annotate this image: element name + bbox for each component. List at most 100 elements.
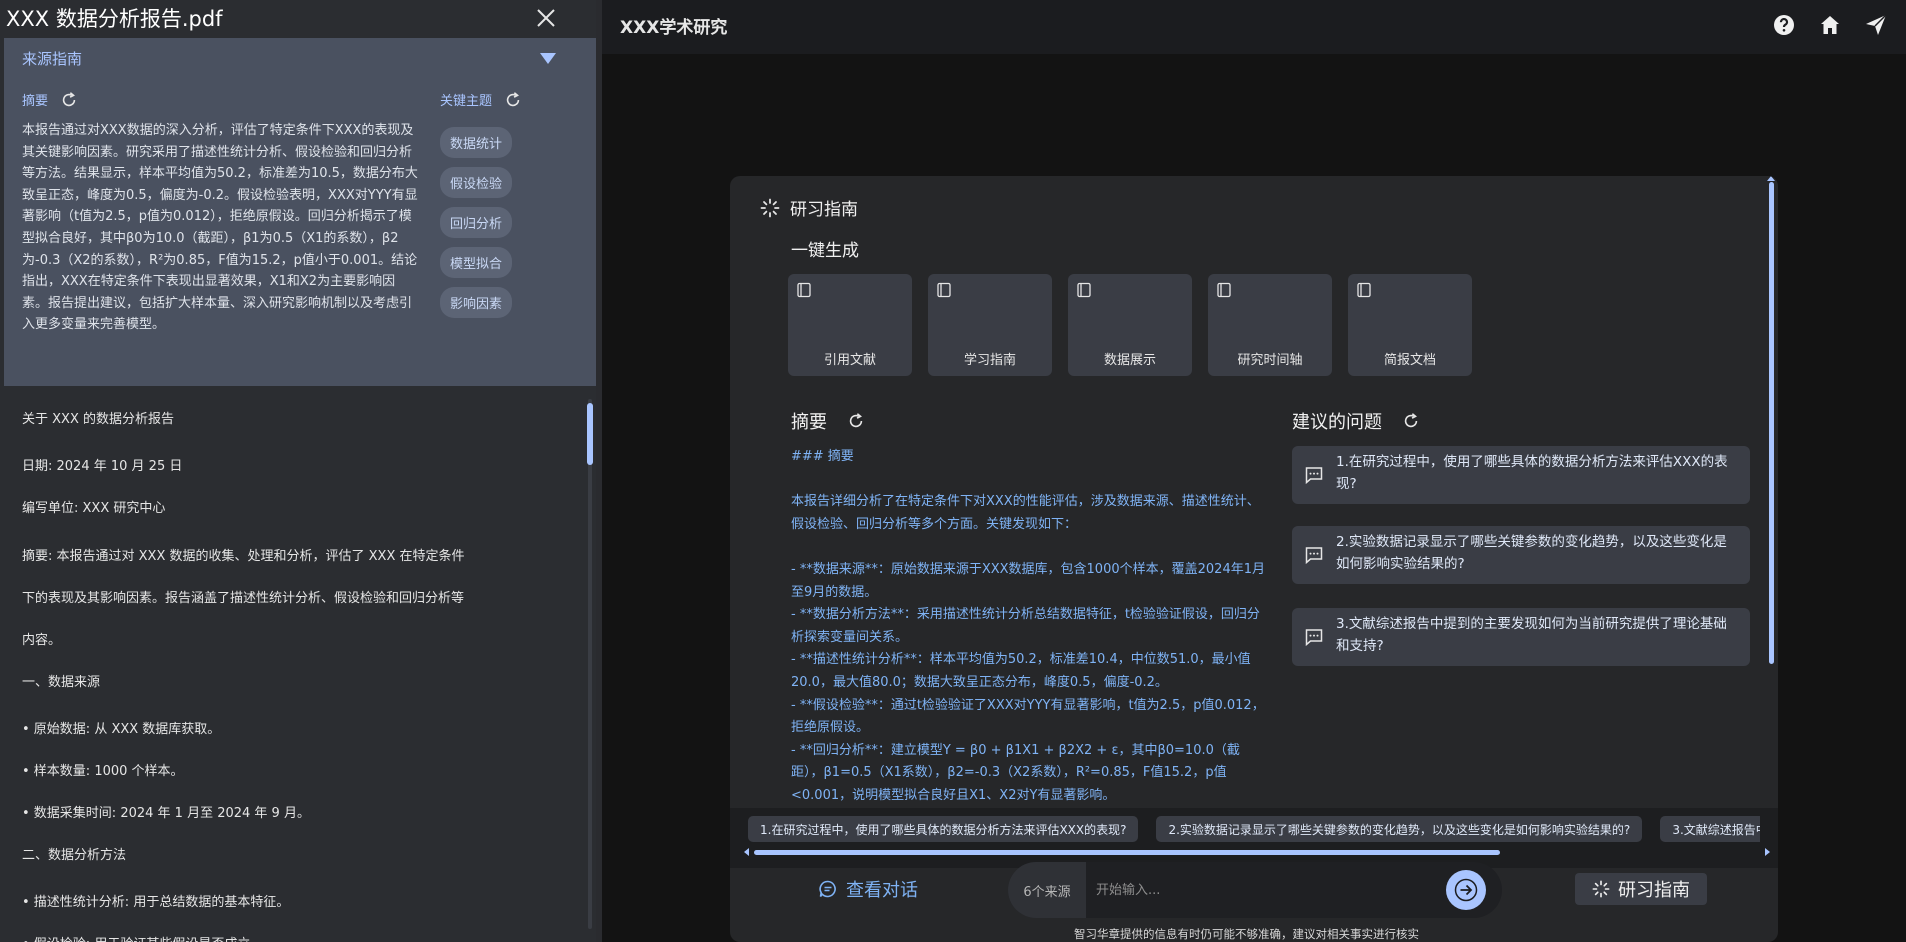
source-titlebar: XXX 数据分析报告.pdf xyxy=(0,0,596,36)
chat-icon xyxy=(819,880,836,898)
suggestion-chip[interactable]: 2.实验数据记录显示了哪些关键参数的变化趋势，以及这些变化是如何影响实验结果的? xyxy=(1156,816,1643,842)
card-scrollbar[interactable] xyxy=(1769,182,1774,664)
suggestion-chip[interactable]: 1.在研究过程中，使用了哪些具体的数据分析方法来评估XXX的表现? xyxy=(748,816,1139,842)
view-chat-button[interactable]: 查看对话 xyxy=(818,876,918,902)
panel-resize-handle[interactable] xyxy=(596,0,602,942)
document-icon xyxy=(797,282,811,298)
one-click-generate-label: 一键生成 xyxy=(791,241,859,261)
topic-list: 数据统计 假设检验 回归分析 模型拟合 影响因素 xyxy=(440,127,513,318)
suggested-question[interactable]: 3.文献综述报告中提到的主要发现如何为当前研究提供了理论基础和支持? xyxy=(1292,608,1750,666)
tile-label: 学习指南 xyxy=(963,353,1016,368)
doc-line: 摘要: 本报告通过对 XXX 数据的收集、处理和分析，评估了 XXX 在特定条件 xyxy=(22,549,465,564)
spinner-icon xyxy=(760,198,780,217)
tile-briefing[interactable]: 简报文档 xyxy=(1348,274,1472,376)
doc-line: 二、数据分析方法 xyxy=(22,848,127,863)
doc-line: 关于 XXX 的数据分析报告 xyxy=(22,412,174,427)
summary-section-title: 摘要 xyxy=(791,412,827,433)
refresh-topics-icon[interactable] xyxy=(504,91,522,109)
help-icon[interactable] xyxy=(1772,13,1796,37)
refresh-icon[interactable] xyxy=(1402,412,1420,430)
strip-scrollbar[interactable] xyxy=(754,850,1500,855)
summary-text: 本报告通过对XXX数据的深入分析，评估了特定条件下XXX的表现及其关键影响因素。… xyxy=(22,123,418,333)
tile-data-display[interactable]: 数据展示 xyxy=(1068,274,1192,376)
refresh-icon[interactable] xyxy=(847,412,865,430)
question-text: 1.在研究过程中，使用了哪些具体的数据分析方法来评估XXX的表现? xyxy=(1336,454,1728,492)
topic-chip[interactable]: 数据统计 xyxy=(440,127,513,158)
document-content: 关于 XXX 的数据分析报告 日期: 2024 年 10 月 25 日 编写单位… xyxy=(0,390,584,942)
chat-input-bar: 6个来源 xyxy=(1008,862,1502,918)
topics-label: 关键主题 xyxy=(440,94,493,109)
app-brand: XXX学术研究 xyxy=(620,18,728,38)
doc-line: 一、数据来源 xyxy=(22,675,101,690)
doc-line: • 假设检验: 用于验证某些假设是否成立。 xyxy=(22,933,263,942)
document-scrollbar[interactable] xyxy=(586,391,594,942)
question-text: 2.实验数据记录显示了哪些关键参数的变化趋势，以及这些变化是如何影响实验结果的? xyxy=(1336,534,1727,572)
tile-label: 引用文献 xyxy=(823,353,876,368)
summary-markdown: ### 摘要 本报告详细分析了在特定条件下对XXX的性能评估，涉及数据来源、描述… xyxy=(791,449,1265,803)
doc-line: 内容。 xyxy=(22,633,62,648)
document-icon xyxy=(1357,282,1371,298)
topic-chip[interactable]: 影响因素 xyxy=(440,287,513,318)
suggestion-strip: 1.在研究过程中，使用了哪些具体的数据分析方法来评估XXX的表现? 2.实验数据… xyxy=(730,808,1778,868)
close-icon[interactable] xyxy=(532,4,560,32)
chat-input[interactable] xyxy=(1094,872,1434,908)
scroll-right-arrow[interactable] xyxy=(1765,848,1770,856)
disclaimer: 智习华章提供的信息有时仍可能不够准确，建议对相关事实进行核实 xyxy=(1074,927,1419,941)
collapse-caret-icon[interactable] xyxy=(540,53,556,64)
source-count-button[interactable]: 6个来源 xyxy=(1008,862,1086,918)
top-bar: XXX学术研究 xyxy=(602,0,1906,54)
questions-section-header: 建议的问题 xyxy=(1292,408,1420,434)
doc-line: 下的表现及其影响因素。报告涵盖了描述性统计分析、假设检验和回归分析等 xyxy=(22,591,465,606)
topic-chip[interactable]: 模型拟合 xyxy=(440,247,513,278)
study-guide-button[interactable]: 研习指南 xyxy=(1575,873,1707,905)
document-icon xyxy=(1077,282,1091,298)
scrollbar-thumb[interactable] xyxy=(587,403,593,465)
doc-line: • 数据采集时间: 2024 年 1 月至 2024 年 9 月。 xyxy=(22,806,310,821)
spinner-icon xyxy=(1592,880,1610,898)
refresh-summary-icon[interactable] xyxy=(60,91,78,109)
question-text: 3.文献综述报告中提到的主要发现如何为当前研究提供了理论基础和支持? xyxy=(1336,616,1727,654)
submit-button[interactable] xyxy=(1446,870,1486,910)
tile-label: 简报文档 xyxy=(1383,353,1436,368)
suggested-question[interactable]: 2.实验数据记录显示了哪些关键参数的变化趋势，以及这些变化是如何影响实验结果的? xyxy=(1292,526,1750,584)
card-scroll-up-arrow[interactable] xyxy=(1767,176,1775,181)
study-guide-label: 研习指南 xyxy=(1618,880,1690,901)
card-title: 研习指南 xyxy=(790,200,858,220)
document-icon xyxy=(1217,282,1231,298)
card-header: 研习指南 xyxy=(760,195,858,220)
suggested-question[interactable]: 1.在研究过程中，使用了哪些具体的数据分析方法来评估XXX的表现? xyxy=(1292,446,1750,504)
home-icon[interactable] xyxy=(1818,13,1842,37)
source-panel: XXX 数据分析报告.pdf 来源指南 摘要 本报告通过对XXX数据的深入分析，… xyxy=(0,0,596,942)
topic-chip[interactable]: 回归分析 xyxy=(440,207,513,238)
tile-label: 研究时间轴 xyxy=(1237,353,1303,368)
tile-citations[interactable]: 引用文献 xyxy=(788,274,912,376)
doc-line: 日期: 2024 年 10 月 25 日 xyxy=(22,459,183,474)
source-guide: 来源指南 摘要 本报告通过对XXX数据的深入分析，评估了特定条件下XXX的表现及… xyxy=(4,38,596,386)
chat-bubble-icon xyxy=(1305,547,1323,565)
scrollbar-track[interactable] xyxy=(588,399,592,929)
tile-study-guide[interactable]: 学习指南 xyxy=(928,274,1052,376)
questions-section-title: 建议的问题 xyxy=(1292,412,1382,433)
tile-label: 数据展示 xyxy=(1103,353,1156,368)
chat-bubble-icon xyxy=(1305,629,1323,647)
view-chat-label: 查看对话 xyxy=(846,880,918,901)
doc-line: • 样本数量: 1000 个样本。 xyxy=(22,764,184,779)
tile-timeline[interactable]: 研究时间轴 xyxy=(1208,274,1332,376)
generate-tiles: 引用文献 学习指南 数据展示 研究时间轴 简报文档 xyxy=(788,274,1472,376)
topics-subhead: 关键主题 xyxy=(440,90,522,109)
doc-line: • 描述性统计分析: 用于总结数据的基本特征。 xyxy=(22,895,290,910)
source-guide-header: 来源指南 xyxy=(22,50,83,68)
suggestion-chip-row: 1.在研究过程中，使用了哪些具体的数据分析方法来评估XXX的表现? 2.实验数据… xyxy=(748,816,1760,842)
summary-label: 摘要 xyxy=(22,94,49,109)
scroll-left-arrow[interactable] xyxy=(744,848,749,856)
document-title: XXX 数据分析报告.pdf xyxy=(6,7,223,31)
summary-subhead: 摘要 xyxy=(22,90,78,109)
topic-chip[interactable]: 假设检验 xyxy=(440,167,513,198)
arrow-right-icon xyxy=(1454,878,1478,902)
doc-line: • 原始数据: 从 XXX 数据库获取。 xyxy=(22,722,221,737)
doc-line: 编写单位: XXX 研究中心 xyxy=(22,501,166,516)
document-icon xyxy=(937,282,951,298)
suggestion-chip[interactable]: 3.文献综述报告中提到的主要发现如何为当前研究提供了理论基础和支持? xyxy=(1660,816,1760,842)
chat-bubble-icon xyxy=(1305,467,1323,485)
send-icon[interactable] xyxy=(1864,13,1888,37)
